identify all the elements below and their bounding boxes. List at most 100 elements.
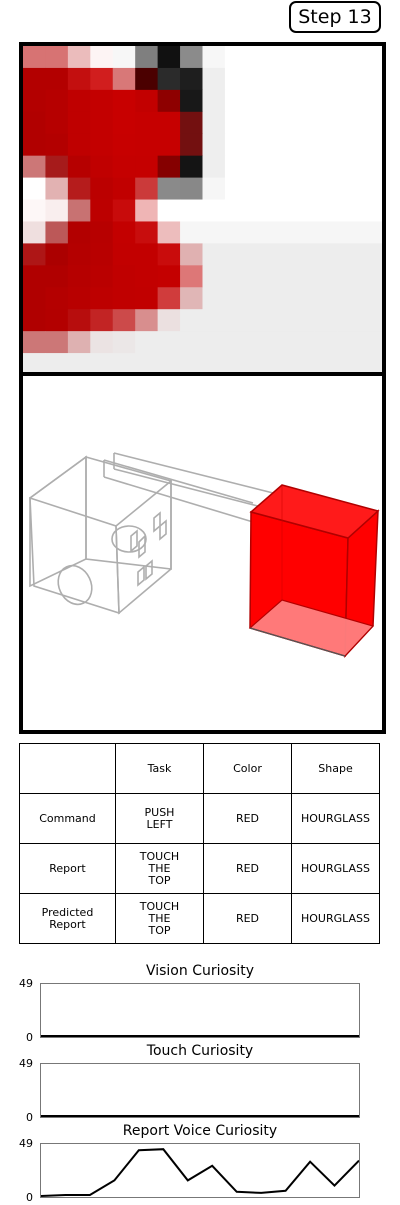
vision-pixel <box>135 265 159 288</box>
vision-pixel <box>314 177 338 200</box>
vision-pixel <box>314 67 338 91</box>
vision-pixel <box>314 199 338 222</box>
vision-pixel <box>180 309 203 332</box>
vision-pixel <box>269 155 293 179</box>
vision-pixel <box>337 199 361 222</box>
vision-pixel <box>314 46 338 69</box>
vision-pixel-grid <box>23 46 382 375</box>
shape-cell: HOURGLASS <box>291 893 380 944</box>
color-cell: RED <box>203 843 292 894</box>
vision-pixel <box>202 287 226 310</box>
chart-title: Report Voice Curiosity <box>122 1123 278 1139</box>
vision-pixel <box>112 199 136 222</box>
vision-pixel <box>23 265 46 288</box>
vision-pixel <box>67 331 91 354</box>
vision-pixel <box>157 265 181 288</box>
step-badge: Step 13 <box>289 1 381 33</box>
vision-pixel <box>67 221 91 244</box>
vision-pixel <box>359 199 382 222</box>
vision-pixel <box>112 111 136 135</box>
vision-pixel <box>180 221 203 244</box>
vision-pixel <box>359 221 382 244</box>
vision-pixel <box>202 243 226 266</box>
vision-pixel <box>202 309 226 332</box>
vision-pixel <box>359 67 382 91</box>
row-label: Report <box>19 843 116 894</box>
vision-pixel <box>157 67 181 91</box>
vision-pixel <box>67 309 91 332</box>
task-line: TOP <box>148 923 171 937</box>
vision-pixel <box>135 155 159 179</box>
vision-pixel <box>180 133 203 157</box>
vision-pixel <box>67 111 91 135</box>
chart-title: Touch Curiosity <box>146 1043 254 1059</box>
vision-pixel <box>337 89 361 113</box>
vision-pixel <box>337 46 361 69</box>
vision-pixel <box>292 67 316 91</box>
vision-pixel <box>269 309 293 332</box>
vision-pixel <box>224 111 248 135</box>
vision-pixel <box>314 221 338 244</box>
vision-pixel <box>180 287 203 310</box>
vision-pixel <box>45 221 69 244</box>
vision-pixel <box>90 46 114 69</box>
vision-pixel <box>67 177 91 200</box>
vision-pixel <box>292 309 316 332</box>
robot-wireframe <box>29 452 286 615</box>
vision-pixel <box>180 177 203 200</box>
vision-pixel <box>202 89 226 113</box>
vision-pixel <box>337 243 361 266</box>
vision-pixel <box>180 199 203 222</box>
vision-pixel <box>180 111 203 135</box>
vision-pixel <box>23 111 46 135</box>
vision-pixel <box>67 199 91 222</box>
vision-pixel <box>90 111 114 135</box>
vision-pixel <box>314 331 338 354</box>
vision-pixel <box>247 177 271 200</box>
task-line: THE <box>148 911 171 925</box>
vision-pixel <box>359 331 382 354</box>
vision-pixel <box>23 46 46 69</box>
vision-pixel <box>157 309 181 332</box>
vision-pixel <box>359 177 382 200</box>
vision-pixel <box>292 243 316 266</box>
task-cell: TOUCH THE TOP <box>115 893 204 944</box>
table-header-cell: Task <box>115 743 204 794</box>
vision-pixel <box>359 155 382 179</box>
vision-pixel <box>314 287 338 310</box>
vision-pixel <box>359 133 382 157</box>
vision-pixel <box>180 46 203 69</box>
task-line: LEFT <box>146 817 173 831</box>
vision-pixel <box>337 177 361 200</box>
vision-pixel <box>224 133 248 157</box>
vision-pixel <box>135 46 159 69</box>
vision-pixel <box>180 243 203 266</box>
vision-pixel <box>90 199 114 222</box>
y-max-label: 49 <box>19 977 33 990</box>
vision-pixel <box>359 46 382 69</box>
color-cell: RED <box>203 893 292 944</box>
vision-pixel <box>314 155 338 179</box>
vision-pixel <box>269 265 293 288</box>
vision-pixel <box>269 46 293 69</box>
vision-pixel <box>224 309 248 332</box>
vision-pixel <box>135 221 159 244</box>
vision-pixel <box>157 89 181 113</box>
vision-pixel <box>90 67 114 91</box>
vision-pixel <box>269 133 293 157</box>
table-row: Command PUSH LEFT RED HOURGLASS <box>19 793 380 844</box>
vision-pixel <box>269 221 293 244</box>
vision-pixel <box>247 133 271 157</box>
vision-pixel <box>23 309 46 332</box>
task-cell: TOUCH THE TOP <box>115 843 204 894</box>
table-row: Report TOUCH THE TOP RED HOURGLASS <box>19 843 380 894</box>
color-cell: RED <box>203 793 292 844</box>
vision-pixel <box>112 221 136 244</box>
vision-pixel <box>314 265 338 288</box>
vision-pixel <box>292 111 316 135</box>
vision-pixel <box>135 67 159 91</box>
vision-pixel <box>224 155 248 179</box>
vision-pixel <box>202 221 226 244</box>
vision-pixel <box>112 67 136 91</box>
vision-pixel <box>157 199 181 222</box>
